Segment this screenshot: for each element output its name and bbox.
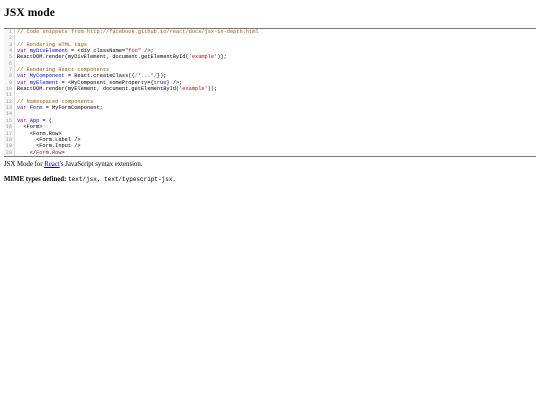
code-token: 'example' <box>188 54 218 61</box>
code-token: > <box>61 149 65 156</box>
code-editor[interactable]: 1// Code snippets from http://facebook.g… <box>4 28 536 157</box>
code-token: className= <box>90 48 126 55</box>
code-token: = < <box>67 48 81 55</box>
code-token: <Form.Label /> <box>17 136 81 143</box>
code-token: // Rendering React components <box>17 67 110 74</box>
code-token: true <box>153 79 167 86</box>
code-token: </ <box>17 149 37 156</box>
description-prefix: JSX Mode for <box>4 161 45 168</box>
code-token: var <box>17 117 30 124</box>
code-token: myElement <box>29 79 59 86</box>
code-text: // Code snippets from http://facebook.gi… <box>15 29 259 35</box>
code-line[interactable]: 20 </Form.Row> <box>4 149 536 156</box>
code-token: var <box>17 105 30 112</box>
code-text: </Form.Row> <box>15 150 65 156</box>
code-token: div <box>80 48 91 55</box>
mode-description: JSX Mode for React's JavaScript syntax e… <box>4 161 142 168</box>
code-token: var <box>17 48 30 55</box>
code-token: ReactDOM.render(myElement, document.getE… <box>17 86 180 93</box>
code-token: = React.createClass({ <box>64 73 135 80</box>
code-token: myDivElement <box>29 48 68 55</box>
line-number: 20 <box>4 149 15 156</box>
code-token: = ( <box>39 117 52 124</box>
code-token: = MyFormComponent; <box>42 105 103 112</box>
code-token: "foo" <box>125 48 142 55</box>
code-token: /*...*/ <box>134 73 157 80</box>
code-token: = <MyComponent someProperty={ <box>58 79 154 86</box>
code-token: 'example' <box>179 86 208 93</box>
code-token: } />; <box>166 79 183 86</box>
mime-types: MIME types defined: text/jsx, text/types… <box>4 176 176 183</box>
mime-types-label: MIME types defined: <box>4 176 67 183</box>
code-token: <Form> <box>17 124 43 131</box>
code-token: MyComponent <box>29 73 65 80</box>
page-title: JSX mode <box>4 7 55 19</box>
code-token: // Code snippets from http://facebook.gi… <box>17 29 259 35</box>
description-suffix: 's JavaScript syntax extension. <box>59 161 143 168</box>
code-token: />; <box>141 48 154 55</box>
code-token: var <box>17 73 30 80</box>
code-token: // Rendering HTML tags <box>17 41 87 48</box>
code-token: <Form.Row> <box>17 130 62 137</box>
code-token: Form <box>29 105 43 112</box>
mime-types-values: text/jsx, text/typescript-jsx. <box>68 176 177 183</box>
code-token: <Form.Input /> <box>17 143 81 150</box>
code-text: ReactDOM.render(myDivElement, document.g… <box>15 54 227 60</box>
code-token: // Namespaced components <box>17 98 94 105</box>
code-token: )); <box>217 54 227 61</box>
code-token: ReactDOM.render(myDivElement, document.g… <box>17 54 189 61</box>
code-text: var Form = MyFormComponent; <box>15 105 103 111</box>
react-link[interactable]: React <box>44 161 59 168</box>
code-token: )); <box>207 86 218 93</box>
code-token: var <box>17 79 30 86</box>
code-token: Form.Row <box>36 149 62 156</box>
code-text: ReactDOM.render(myElement, document.getE… <box>15 86 217 92</box>
code-token: App <box>29 117 40 124</box>
code-token: }); <box>156 73 167 80</box>
